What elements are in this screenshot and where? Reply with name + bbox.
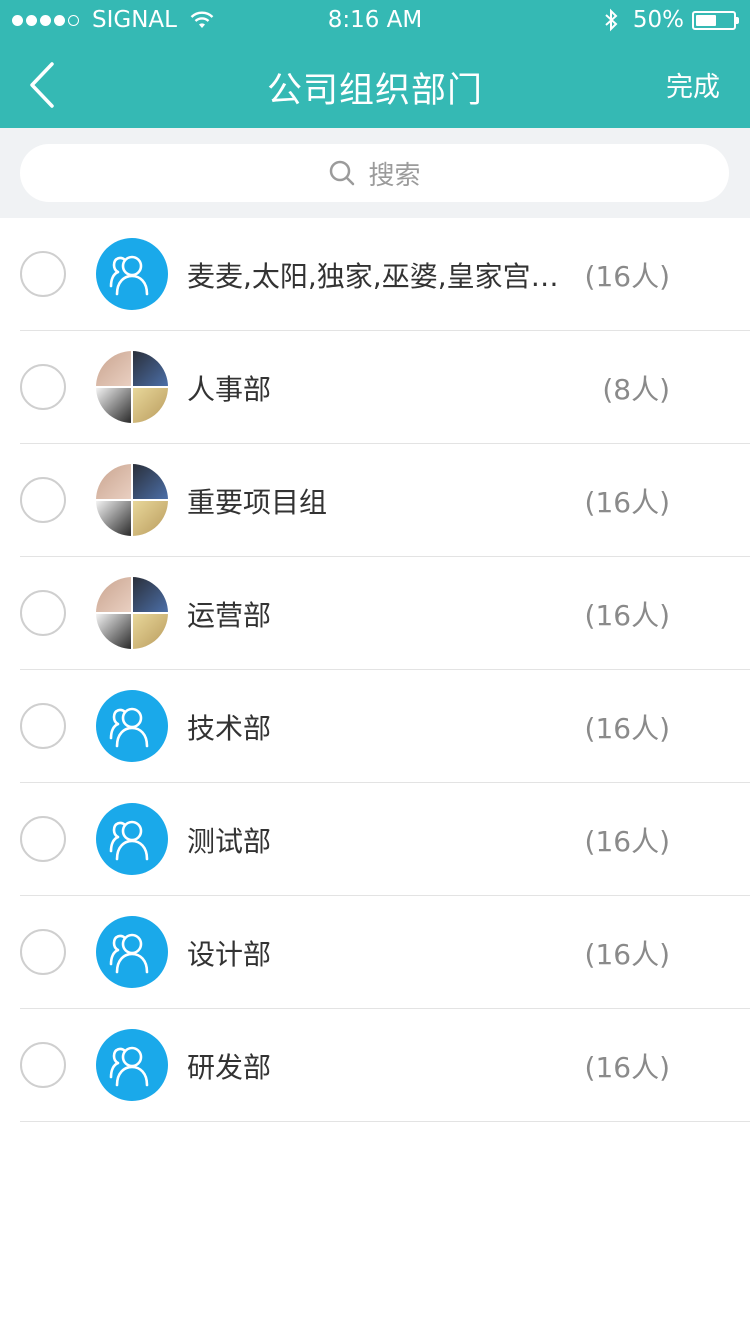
member-count: (16人) bbox=[584, 825, 670, 858]
select-radio[interactable] bbox=[20, 816, 66, 862]
department-name: 设计部 bbox=[187, 938, 272, 971]
member-photo bbox=[133, 577, 168, 612]
group-avatar bbox=[96, 690, 168, 762]
select-radio[interactable] bbox=[20, 1042, 66, 1088]
search-icon bbox=[330, 160, 355, 186]
member-count: (16人) bbox=[584, 260, 670, 293]
member-count: (16人) bbox=[584, 938, 670, 971]
bluetooth-icon bbox=[605, 8, 618, 32]
select-radio[interactable] bbox=[20, 364, 66, 410]
member-photo bbox=[133, 464, 168, 499]
navigation-bar: 公司组织部门 完成 bbox=[0, 40, 750, 128]
member-photo bbox=[96, 501, 131, 536]
header-bar: SIGNAL 8:16 AM 50% 公司组织部门 完成 bbox=[0, 0, 750, 128]
member-count: (16人) bbox=[584, 1051, 670, 1084]
battery-percent: 50% bbox=[632, 7, 684, 33]
department-name: 运营部 bbox=[187, 599, 272, 632]
list-item[interactable]: 重要项目组 (16人) bbox=[20, 444, 750, 557]
status-right: 50% bbox=[603, 7, 739, 33]
member-photo bbox=[133, 501, 168, 536]
select-radio[interactable] bbox=[20, 251, 66, 297]
search-input[interactable]: 搜索 bbox=[20, 144, 729, 202]
select-radio[interactable] bbox=[20, 703, 66, 749]
member-photos-avatar bbox=[96, 351, 168, 423]
member-count: (8人) bbox=[602, 373, 670, 406]
page-title: 公司组织部门 bbox=[266, 71, 483, 111]
member-photo bbox=[133, 351, 168, 386]
search-area: 搜索 bbox=[0, 128, 750, 218]
member-photo bbox=[133, 388, 168, 423]
member-photos-avatar bbox=[96, 577, 168, 649]
group-users-icon bbox=[109, 707, 149, 748]
list-item[interactable]: 设计部 (16人) bbox=[20, 896, 750, 1009]
done-button[interactable]: 完成 bbox=[666, 65, 720, 104]
list-item[interactable]: 研发部 (16人) bbox=[20, 1009, 750, 1122]
search-placeholder: 搜索 bbox=[368, 160, 421, 191]
member-count: (16人) bbox=[584, 486, 670, 519]
list-item[interactable]: 测试部 (16人) bbox=[20, 783, 750, 896]
group-avatar bbox=[96, 1029, 168, 1101]
member-photo bbox=[96, 351, 131, 386]
department-list: 麦麦,太阳,独家,巫婆,皇家宫廷,麦麦(16人)人事部(8人)重要项目组(16人… bbox=[0, 218, 750, 1122]
list-item[interactable]: 麦麦,太阳,独家,巫婆,皇家宫廷,麦麦(16人) bbox=[20, 218, 750, 331]
member-photo bbox=[96, 614, 131, 649]
list-item[interactable]: 技术部 (16人) bbox=[20, 670, 750, 783]
group-avatar bbox=[96, 916, 168, 988]
department-name: 人事部 bbox=[187, 373, 272, 406]
group-users-icon bbox=[109, 1046, 149, 1087]
status-bar: SIGNAL 8:16 AM 50% bbox=[0, 0, 750, 40]
department-name: 研发部 bbox=[187, 1051, 272, 1084]
battery-icon bbox=[692, 10, 739, 30]
member-photo bbox=[96, 577, 131, 612]
member-photo bbox=[133, 614, 168, 649]
member-photo bbox=[96, 388, 131, 423]
list-item[interactable]: 运营部 (16人) bbox=[20, 557, 750, 670]
department-name: 重要项目组 bbox=[187, 486, 328, 519]
department-name: 麦麦,太阳,独家,巫婆,皇家宫廷,麦麦 bbox=[187, 260, 577, 293]
select-radio[interactable] bbox=[20, 929, 66, 975]
member-count: (16人) bbox=[584, 712, 670, 745]
group-users-icon bbox=[109, 933, 149, 974]
member-photo bbox=[96, 464, 131, 499]
department-name: 技术部 bbox=[187, 712, 272, 745]
select-radio[interactable] bbox=[20, 477, 66, 523]
group-users-icon bbox=[109, 255, 149, 296]
department-name: 测试部 bbox=[187, 825, 272, 858]
group-avatar bbox=[96, 238, 168, 310]
member-photos-avatar bbox=[96, 464, 168, 536]
group-avatar bbox=[96, 803, 168, 875]
member-count: (16人) bbox=[584, 599, 670, 632]
select-radio[interactable] bbox=[20, 590, 66, 636]
group-users-icon bbox=[109, 820, 149, 861]
list-item[interactable]: 人事部 (8人) bbox=[20, 331, 750, 444]
